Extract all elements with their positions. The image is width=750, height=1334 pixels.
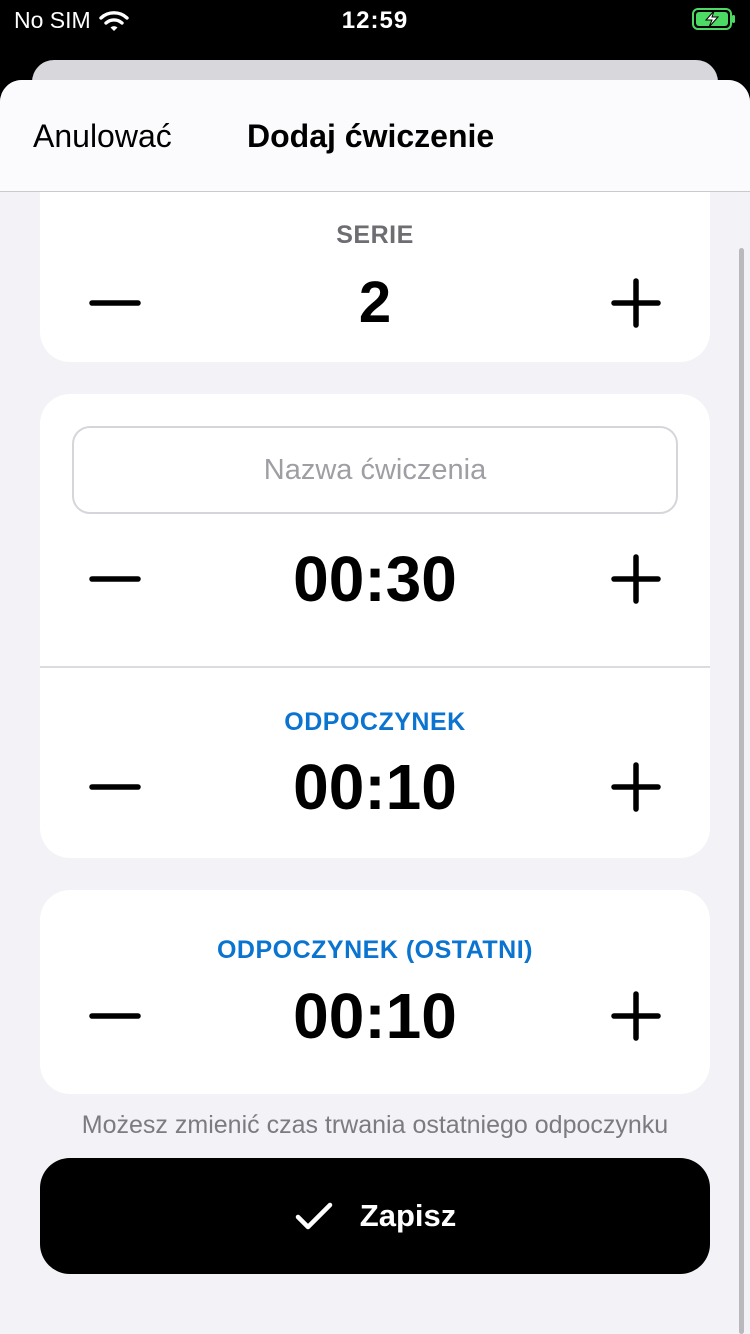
last-rest-duration-increment-button[interactable] (606, 986, 666, 1046)
rest-duration-stepper: 00:10 (40, 747, 710, 827)
last-rest-card: ODPOCZYNEK (OSTATNI) 00:10 (40, 890, 710, 1094)
exercise-card: 00:30 ODPOCZYNEK 00:10 (40, 394, 710, 858)
divider (40, 666, 710, 668)
battery-charging-icon (692, 8, 735, 30)
save-button[interactable]: Zapisz (40, 1158, 710, 1274)
sets-card: SERIE 2 (40, 190, 710, 362)
add-exercise-sheet: SERIE 2 00:30 ODPOCZYNEK 00:10 (0, 80, 750, 1334)
exercise-duration-decrement-button[interactable] (86, 549, 146, 609)
exercise-duration-stepper: 00:30 (40, 539, 710, 619)
minus-icon (89, 300, 141, 306)
minus-icon (89, 576, 141, 582)
last-rest-label: ODPOCZYNEK (OSTATNI) (216, 936, 533, 964)
status-time: 12:59 (341, 7, 409, 34)
scroll-indicator[interactable] (739, 248, 744, 1334)
checkmark-icon (295, 1202, 333, 1230)
exercise-duration-increment-button[interactable] (606, 549, 666, 609)
plus-icon (611, 991, 661, 1041)
sets-decrement-button[interactable] (86, 273, 146, 333)
status-bar: No SIM 12:59 (0, 0, 750, 40)
last-rest-duration-decrement-button[interactable] (86, 986, 146, 1046)
last-rest-hint: Możesz zmienić czas trwania ostatniego o… (81, 1111, 669, 1139)
rest-duration-decrement-button[interactable] (86, 757, 146, 817)
page-title: Dodaj ćwiczenie (247, 118, 495, 154)
save-label: Zapisz (359, 1198, 457, 1233)
plus-icon (611, 762, 661, 812)
cancel-button[interactable]: Anulować (33, 118, 172, 155)
minus-icon (89, 784, 141, 790)
sets-label: SERIE (336, 221, 414, 249)
plus-icon (611, 278, 661, 328)
exercise-name-input[interactable] (72, 426, 678, 514)
save-button-content: Zapisz (40, 1158, 710, 1274)
sheet-header: Anulować Dodaj ćwiczenie (0, 80, 750, 192)
plus-icon (611, 554, 661, 604)
minus-icon (89, 1013, 141, 1019)
sets-increment-button[interactable] (606, 273, 666, 333)
rest-label: ODPOCZYNEK (284, 708, 466, 736)
last-rest-duration-stepper: 00:10 (40, 976, 710, 1056)
rest-duration-increment-button[interactable] (606, 757, 666, 817)
sets-stepper: 2 (40, 263, 710, 343)
